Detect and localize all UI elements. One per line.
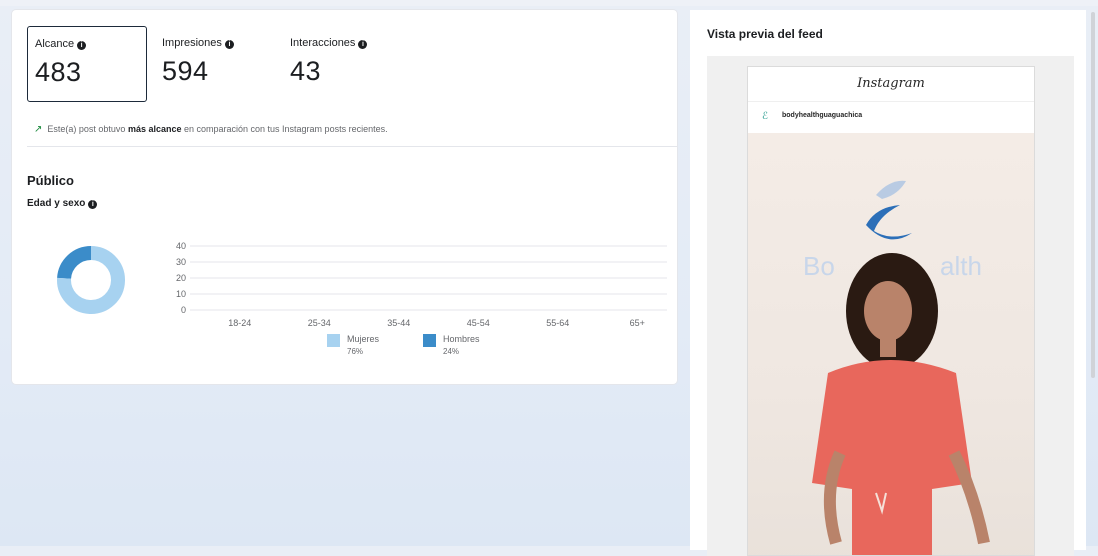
avatar: ℰ: [762, 111, 769, 122]
metric-value: 43: [290, 56, 322, 86]
insight-bold: más alcance: [127, 124, 182, 134]
username: bodyhealthguaguachica: [782, 112, 863, 119]
legend-name: Mujeres: [347, 334, 380, 344]
info-icon[interactable]: i: [77, 41, 87, 50]
age-gender-subtitle: Edad y sexo i: [27, 198, 98, 209]
legend-swatch: [327, 334, 340, 347]
metric-reach[interactable]: Alcance i 483: [27, 26, 147, 102]
post-photo-illustration: Bo alth: [803, 180, 990, 555]
legend-pct: 76%: [347, 347, 364, 356]
brand-logo-text: Bo: [803, 251, 835, 281]
trend-up-icon: ↗: [34, 124, 43, 135]
metric-label: Interacciones: [290, 37, 356, 49]
donut-slice-hombres[interactable]: [57, 246, 92, 280]
info-icon[interactable]: i: [88, 200, 98, 209]
subtitle-text: Edad y sexo: [27, 198, 86, 209]
brand-logo-mark: [866, 180, 912, 240]
metric-value: 594: [162, 56, 209, 86]
info-icon[interactable]: i: [358, 40, 368, 49]
legend-swatch: [423, 334, 436, 347]
metric-interactions[interactable]: Interacciones i 43: [290, 26, 430, 102]
metric-label: Alcance: [35, 38, 75, 50]
gender-donut-chart: [57, 246, 125, 314]
metric-impressions[interactable]: Impresiones i 594: [162, 26, 282, 102]
x-tick-label: 65+: [630, 318, 645, 328]
age-bar-chart: 40 30 20 10 0 18-24 25-34 35-44 45-54 55-64 65+: [176, 241, 667, 328]
x-tick-label: 55-64: [546, 318, 569, 328]
instagram-post-preview[interactable]: Instagram ℰ bodyhealthguaguachica Bo alt…: [747, 66, 1035, 556]
y-tick-label: 40: [176, 241, 186, 251]
feed-preview-card: Vista previa del feed Instagram ℰ bodyhe…: [690, 10, 1086, 556]
preview-title: Vista previa del feed: [707, 27, 823, 41]
y-tick-label: 20: [176, 273, 186, 283]
instagram-logo: Instagram: [857, 76, 925, 91]
audience-title: Público: [27, 173, 74, 188]
top-bar: [0, 0, 1098, 6]
person-figure: [812, 253, 990, 555]
x-tick-label: 45-54: [467, 318, 490, 328]
svg-text:alth: alth: [940, 251, 982, 281]
metric-label: Impresiones: [162, 37, 222, 49]
post-author-row: ℰ bodyhealthguaguachica: [748, 102, 1034, 132]
y-tick-label: 0: [181, 305, 186, 315]
instagram-header: Instagram: [748, 67, 1034, 102]
x-tick-label: 35-44: [387, 318, 410, 328]
y-tick-label: 30: [176, 257, 186, 267]
x-tick-label: 25-34: [308, 318, 331, 328]
insight-suffix: en comparación con tus Instagram posts r…: [181, 124, 388, 134]
legend-pct: 24%: [443, 347, 460, 356]
divider: [27, 146, 677, 147]
info-icon[interactable]: i: [224, 40, 234, 49]
scrollbar[interactable]: [1091, 12, 1095, 378]
insight-text: ↗ Este(a) post obtuvo más alcance en comp…: [34, 124, 388, 135]
post-image: Bo alth: [748, 133, 1034, 555]
legend-name: Hombres: [443, 334, 480, 344]
insight-prefix: Este(a) post obtuvo: [47, 124, 128, 134]
insights-card: Alcance i 483 Impresiones i 594 Interaccio…: [12, 10, 677, 384]
y-tick-label: 10: [176, 289, 186, 299]
metric-value: 483: [35, 57, 82, 87]
x-tick-label: 18-24: [228, 318, 251, 328]
